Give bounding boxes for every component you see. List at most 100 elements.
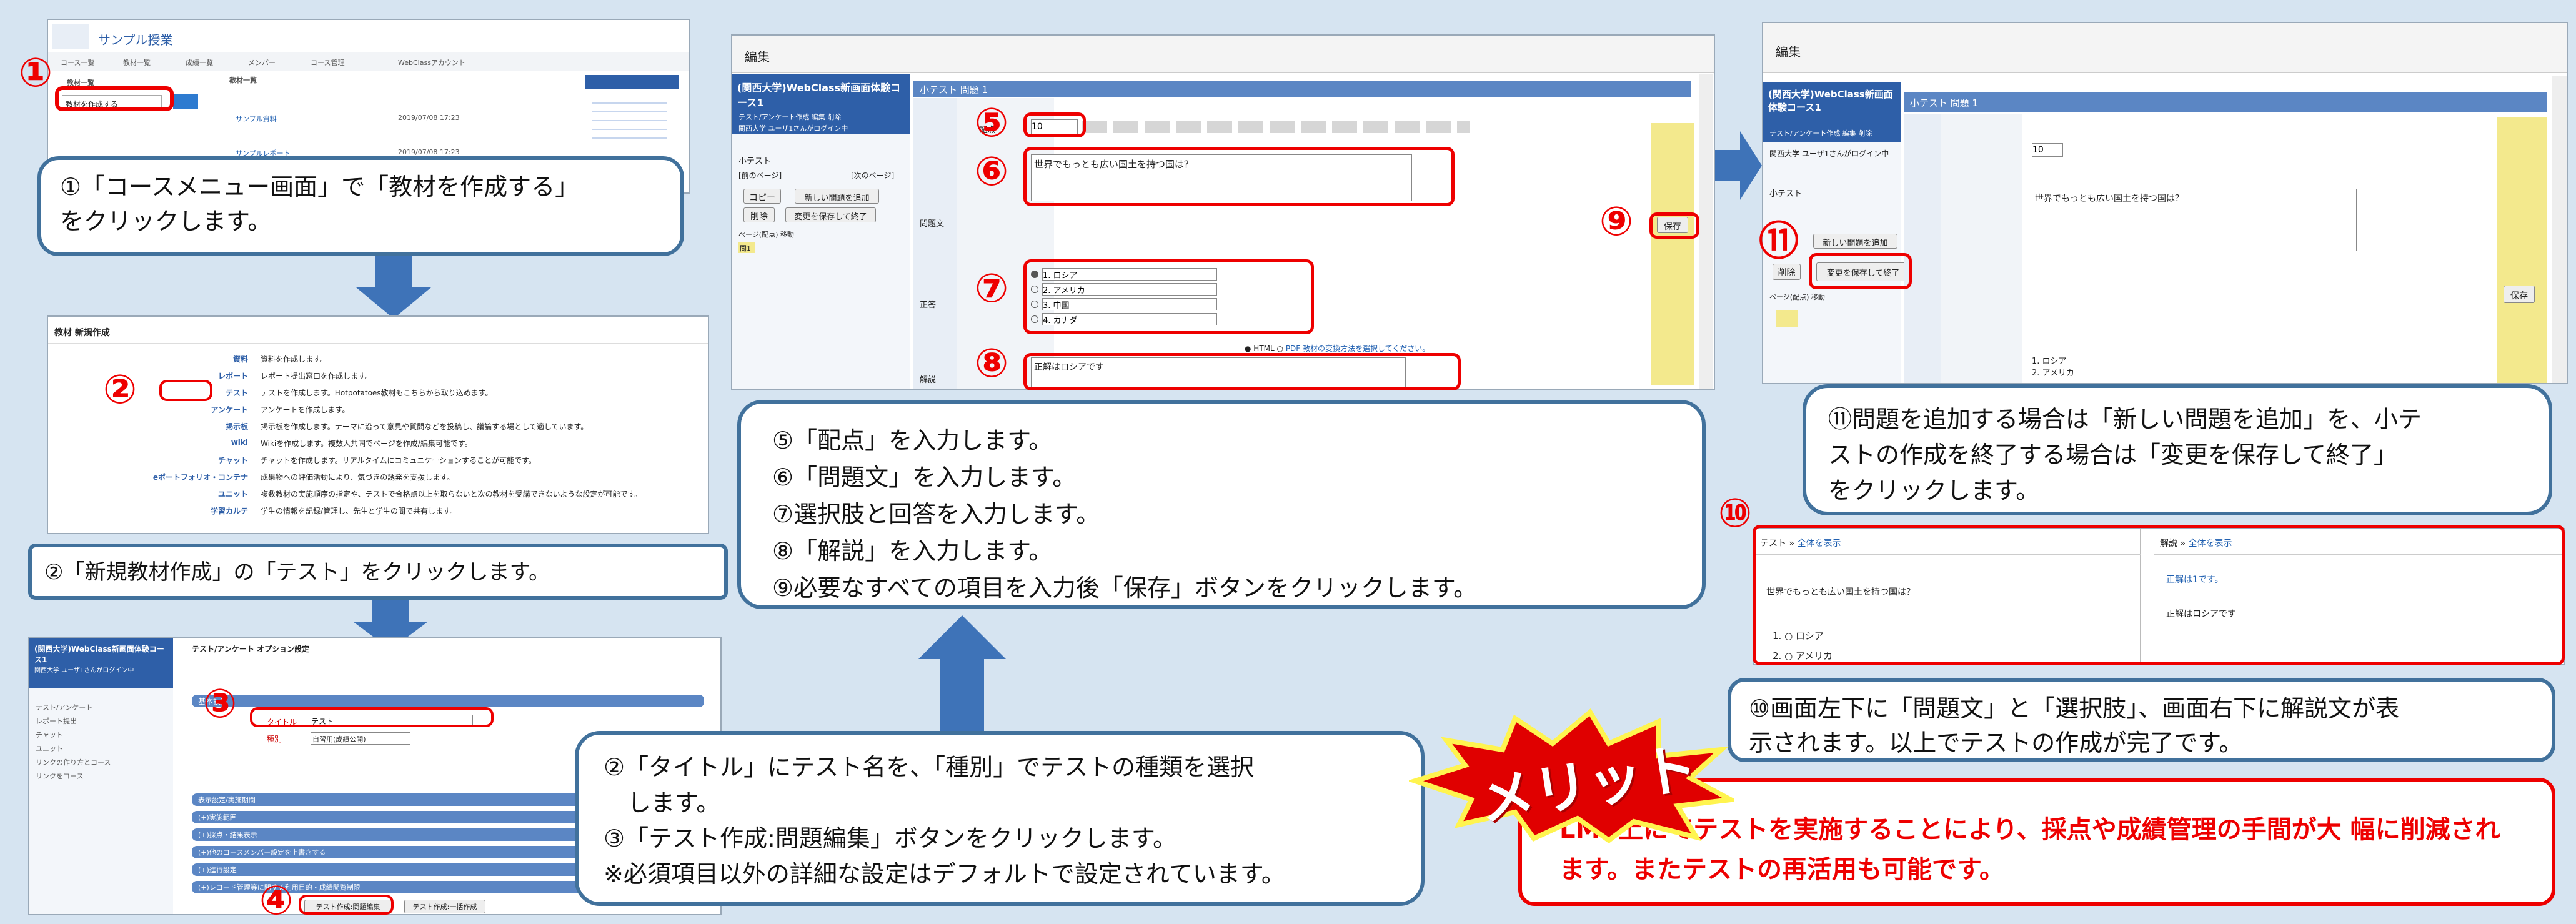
scrollbar[interactable] [2552, 76, 2567, 383]
step6-line2: 示されます。以上でテストの作成が完了です。 [1749, 729, 2243, 757]
type-label-unit[interactable]: ユニット [218, 489, 248, 499]
format-pdf-label[interactable]: PDF 教材の変換方法を選択してください。 [1286, 344, 1430, 353]
copy-button[interactable]: コピー [743, 189, 781, 204]
format-html: ● HTML ○ PDF 教材の変換方法を選択してください。 [1245, 344, 1430, 353]
marker-3: ③ [203, 681, 237, 727]
type-label-chat[interactable]: チャット [218, 455, 248, 465]
type-label-board[interactable]: 掲示板 [226, 421, 248, 432]
access-select[interactable] [311, 750, 410, 762]
new-material-screenshot: 教材 新規作成 資料 資料を作成します。 レポート レポート提出窓口を作成します。 … [47, 315, 709, 534]
tab-materials[interactable]: 教材一覧 [123, 57, 151, 67]
test-label: 小テスト [1769, 189, 1803, 199]
question-list-screenshot: 編集 (関西大学)WebClass新画面体験コース1 テスト/アンケート作成 編… [1762, 22, 2568, 384]
type-desc-portfolio: 成果物への評価活動により、気づきの誘発を支援します。 [261, 473, 455, 482]
type-desc-survey: アンケートを作成します。 [261, 405, 350, 414]
tab-courses[interactable]: コース一覧 [61, 57, 94, 67]
login-user: 関西大学 ユーザ1さんがログイン中 [738, 124, 848, 132]
q1-tab[interactable]: 問1 [738, 242, 755, 253]
type-desc-board: 掲示板を作成します。テーマに沿って意見や質問などを投稿し、議論する場として適して… [261, 422, 589, 431]
choice-1[interactable]: 1. ロシア [2032, 354, 2219, 366]
delete-button[interactable]: 削除 [1773, 264, 1801, 280]
step2-line: ②「新規教材作成」の「テスト」をクリックします。 [44, 560, 550, 585]
step1-line1: ①「コースメニュー画面」で「教材を作成する」 [60, 173, 579, 201]
save-finish-button[interactable]: 変更を保存して終了 [785, 207, 876, 222]
tab-grades[interactable]: 成績一覧 [186, 57, 213, 67]
score-options [1082, 121, 1470, 133]
prev-page[interactable]: [前のページ] [738, 170, 782, 181]
row-labels [913, 98, 957, 389]
step5-line3: をクリックします。 [1828, 477, 2040, 504]
window-title: 編集 [732, 36, 1714, 73]
tab-members[interactable]: メンバー [248, 57, 276, 67]
login-user: 関西大学 ユーザ1さんがログイン中 [34, 667, 134, 674]
type-desc-test: テストを作成します。Hotpotatoes教材もこちらから取り込めます。 [261, 389, 493, 397]
basic-section[interactable]: 基本設定 [192, 695, 704, 707]
type-label-test[interactable]: テスト [226, 387, 248, 398]
side-item-4[interactable]: ユニット [36, 742, 167, 756]
step2-callout: ②「新規教材作成」の「テスト」をクリックします。 [28, 544, 728, 600]
site-title: サンプル授業 [98, 32, 173, 47]
page-label: ページ(配点) 移動 [738, 231, 794, 239]
question-row-label: 問題文 [920, 219, 945, 229]
arrow-up [918, 615, 1006, 737]
sidebar: テスト/アンケート レポート提出 チャット ユニット リンクの作り方とコース リ… [29, 688, 173, 914]
question-textarea[interactable]: 世界でもっとも広い国土を持つ国は？ [2032, 189, 2357, 251]
marker-4-box [299, 895, 394, 915]
type-label-portfolio[interactable]: eポートフォリオ・コンテナ [153, 472, 248, 482]
marker-6-box [1023, 147, 1455, 206]
type-label-wiki[interactable]: wiki [231, 438, 248, 447]
choices-row-label: 正答 [920, 301, 937, 310]
divider [48, 343, 708, 344]
side-item-6[interactable]: リンクをコース [36, 770, 167, 783]
side-item-5[interactable]: リンクの作り方とコース [36, 756, 167, 770]
type-label-report[interactable]: レポート [218, 370, 248, 381]
question-header: 小テスト 問題 1 [913, 81, 1691, 97]
step6-callout: ⑩画面左下に「問題文」と「選択肢」、画面右下に解説文が表 示されます。以上でテス… [1728, 678, 2555, 762]
kind-select[interactable]: 自習用(成績公開) [311, 732, 410, 745]
delete-button[interactable]: 削除 [743, 207, 775, 222]
choices-list: 1. ロシア 2. アメリカ [2032, 354, 2219, 383]
tab-account[interactable]: WebClassアカウント [398, 57, 465, 67]
step6-line1: ⑩画面左下に「問題文」と「選択肢」、画面右下に解説文が表 [1749, 695, 2400, 722]
row-labels [1904, 114, 1941, 383]
marker-9-box [1649, 212, 1699, 239]
marker-2: ② [103, 367, 137, 413]
step1-callout: ①「コースメニュー画面」で「教材を作成する」 をクリックします。 [37, 156, 684, 256]
q1-tab[interactable] [1776, 310, 1798, 327]
explain-row-label: 解説 [920, 375, 937, 385]
type-desc-unit: 複数教材の実施順序の指定や、テストで合格点以上を取らないと次の教材を受講できない… [261, 490, 642, 499]
side-item-2[interactable]: レポート提出 [36, 715, 167, 728]
course-brand: (関西大学)WebClass新画面体験コース1 [34, 645, 164, 664]
step4-line2: ⑥「問題文」を入力します。 [772, 463, 1077, 491]
side-panel-links [592, 95, 667, 139]
side-item-1[interactable]: テスト/アンケート [36, 701, 167, 715]
side-item-3[interactable]: チャット [36, 728, 167, 742]
save-button[interactable]: 保存 [2504, 286, 2535, 303]
step3-line2: します。 [604, 789, 720, 817]
material-list-heading: 教材一覧 [229, 76, 257, 84]
add-question-button[interactable]: 新しい問題を追加 [795, 189, 879, 204]
score-input[interactable] [2032, 143, 2063, 157]
marker-6: ⑥ [975, 149, 1009, 195]
material-item-1[interactable]: サンプル資料 [236, 114, 277, 124]
bulk-create-button[interactable]: テスト作成:一括作成 [404, 900, 485, 913]
question-header: 小テスト 問題 1 [1904, 92, 2547, 112]
type-label-record[interactable]: 学習カルテ [211, 505, 248, 516]
test-label: 小テスト [738, 157, 772, 166]
go-button[interactable] [173, 94, 198, 109]
type-label-doc[interactable]: 資料 [233, 354, 248, 364]
step3-line3: ③「テスト作成:問題編集」ボタンをクリックします。 [604, 825, 1177, 852]
marker-10-box [1753, 525, 2565, 665]
type-label-survey[interactable]: アンケート [211, 404, 248, 415]
next-page[interactable]: [次のページ] [851, 170, 894, 181]
scrollbar[interactable] [1699, 74, 1713, 389]
login-user: 関西大学 ユーザ1さんがログイン中 [1769, 149, 1889, 158]
new-material-title: 教材 新規作成 [54, 328, 110, 338]
choice-2[interactable]: 2. アメリカ [2032, 366, 2219, 378]
memo-textarea[interactable] [311, 767, 529, 785]
add-question-button[interactable]: 新しい問題を追加 [1813, 234, 1897, 249]
course-brand: (関西大学)WebClass新画面体験コース1 [737, 82, 901, 109]
material-item-1-date: 2019/07/08 17:23 [398, 114, 460, 122]
tab-course-admin[interactable]: コース管理 [311, 57, 344, 67]
marker-10: ⑩ [1718, 490, 1753, 537]
